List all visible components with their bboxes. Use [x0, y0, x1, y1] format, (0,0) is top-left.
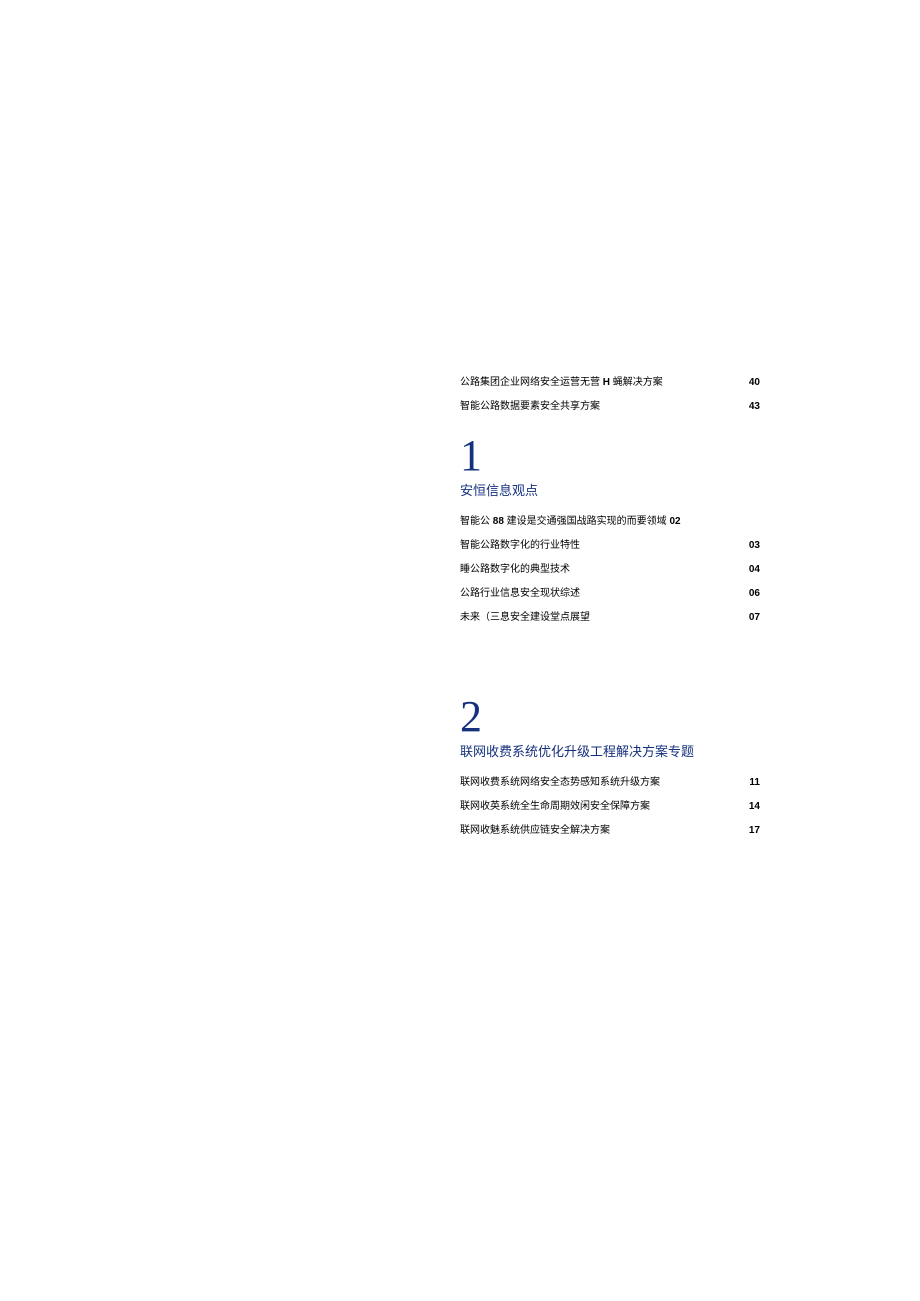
toc-entry: 睡公路数字化的典型技术 04 [460, 563, 760, 577]
toc-page-number: 11 [736, 776, 760, 790]
toc-label: 联网收英系统全生命周期效闲安全保障方案 [460, 800, 736, 814]
toc-label: 联网收费系统网络安全态势感知系统升级方案 [460, 776, 736, 790]
toc-page-number: 07 [736, 611, 760, 625]
toc-label: 智能公路数据要素安全共享方案 [460, 400, 736, 414]
toc-label-bold: H [603, 377, 610, 388]
toc-page-number: 14 [736, 800, 760, 814]
toc-label-part: 公路集团企业网络安全运营无营 [460, 377, 603, 388]
toc-entry: 智能公路数字化的行业特性 03 [460, 539, 760, 553]
toc-label-part: 蝇解决方案 [610, 377, 663, 388]
toc-content-block: 公路集团企业网络安全运营无营 H 蝇解决方案 40 智能公路数据要素安全共享方案… [460, 376, 760, 838]
toc-label-bold: 02 [669, 516, 680, 527]
toc-label: 公路行业信息安全现状综述 [460, 587, 736, 601]
toc-page-number: 40 [736, 376, 760, 390]
toc-entry: 智能公 88 建设是交通强国战路实现的而要领域 02 [460, 515, 760, 529]
section-gap [460, 635, 760, 675]
toc-page-number: 03 [736, 539, 760, 553]
toc-label: 联网收魅系统供应链安全解决方案 [460, 824, 736, 838]
toc-entry: 联网收英系统全生命周期效闲安全保障方案 14 [460, 800, 760, 814]
toc-entry: 公路行业信息安全现状综述 06 [460, 587, 760, 601]
chapter-number: 1 [460, 434, 760, 478]
toc-label-part: 建设是交通强国战路实现的而要领域 [504, 516, 670, 527]
document-page: 公路集团企业网络安全运营无营 H 蝇解决方案 40 智能公路数据要素安全共享方案… [0, 0, 920, 1301]
toc-page-number: 17 [736, 824, 760, 838]
toc-entry: 未来（三息安全建设堂点展望 07 [460, 611, 760, 625]
toc-page-number: 06 [736, 587, 760, 601]
toc-label: 公路集团企业网络安全运营无营 H 蝇解决方案 [460, 376, 736, 390]
toc-entry: 联网收魅系统供应链安全解决方案 17 [460, 824, 760, 838]
toc-label: 未来（三息安全建设堂点展望 [460, 611, 736, 625]
chapter-title: 安恒信息观点 [460, 480, 760, 499]
toc-entry: 智能公路数据要素安全共享方案 43 [460, 400, 760, 414]
toc-entry: 联网收费系统网络安全态势感知系统升级方案 11 [460, 776, 760, 790]
chapter-title: 联网收费系统优化升级工程解决方案专题 [460, 741, 760, 760]
toc-label: 睡公路数字化的典型技术 [460, 563, 736, 577]
toc-label-part: 智能公 [460, 516, 493, 527]
toc-entry: 公路集团企业网络安全运营无营 H 蝇解决方案 40 [460, 376, 760, 390]
chapter-number: 2 [460, 695, 760, 739]
toc-page-number: 04 [736, 563, 760, 577]
toc-label: 智能公路数字化的行业特性 [460, 539, 736, 553]
toc-label-bold: 88 [493, 516, 504, 527]
toc-label: 智能公 88 建设是交通强国战路实现的而要领域 02 [460, 515, 736, 529]
toc-page-number: 43 [736, 400, 760, 414]
